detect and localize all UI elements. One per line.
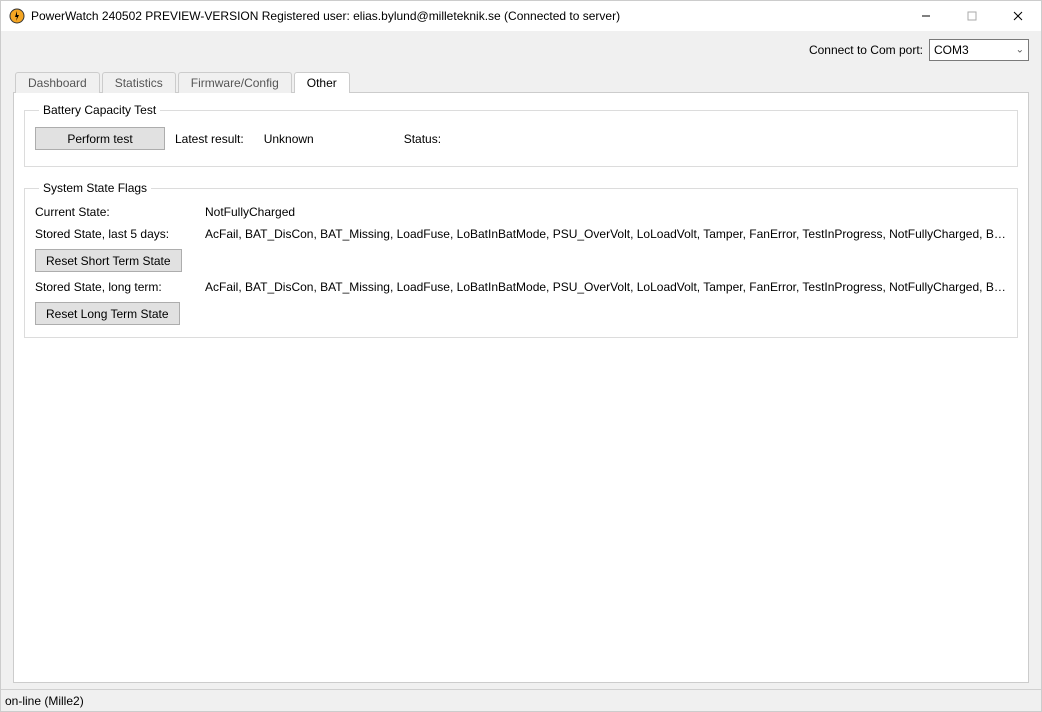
stored-5days-value: AcFail, BAT_DisCon, BAT_Missing, LoadFus… [205, 227, 1007, 241]
tab-other[interactable]: Other [294, 72, 350, 93]
battery-test-legend: Battery Capacity Test [39, 103, 160, 117]
com-port-select[interactable]: COM3 ⌄ [929, 39, 1029, 61]
maximize-button[interactable] [949, 1, 995, 31]
close-button[interactable] [995, 1, 1041, 31]
reset-short-term-button[interactable]: Reset Short Term State [35, 249, 182, 272]
battery-capacity-test-group: Battery Capacity Test Perform test Lates… [24, 103, 1018, 167]
minimize-button[interactable] [903, 1, 949, 31]
latest-result-label: Latest result: [175, 132, 244, 146]
status-label: Status: [404, 132, 441, 146]
current-state-value: NotFullyCharged [205, 205, 1007, 219]
tab-firmware-config[interactable]: Firmware/Config [178, 72, 292, 93]
flags-legend: System State Flags [39, 181, 151, 195]
latest-result-value: Unknown [264, 132, 384, 146]
tab-panel-other: Battery Capacity Test Perform test Lates… [13, 92, 1029, 683]
statusbar: on-line (Mille2) [1, 689, 1041, 711]
system-state-flags-group: System State Flags Current State: NotFul… [24, 181, 1018, 338]
status-text: on-line (Mille2) [5, 694, 84, 708]
app-icon [9, 8, 25, 24]
perform-test-button[interactable]: Perform test [35, 127, 165, 150]
tabs: Dashboard Statistics Firmware/Config Oth… [1, 71, 1041, 92]
titlebar: PowerWatch 240502 PREVIEW-VERSION Regist… [1, 1, 1041, 31]
com-port-value: COM3 [934, 43, 969, 57]
client-area: Connect to Com port: COM3 ⌄ Dashboard St… [1, 31, 1041, 711]
reset-long-term-button[interactable]: Reset Long Term State [35, 302, 180, 325]
tab-dashboard[interactable]: Dashboard [15, 72, 100, 93]
chevron-down-icon: ⌄ [1016, 45, 1024, 56]
connect-label: Connect to Com port: [809, 43, 923, 57]
stored-longterm-label: Stored State, long term: [35, 280, 195, 294]
current-state-label: Current State: [35, 205, 195, 219]
window-title: PowerWatch 240502 PREVIEW-VERSION Regist… [31, 9, 620, 23]
stored-longterm-value: AcFail, BAT_DisCon, BAT_Missing, LoadFus… [205, 280, 1007, 294]
connect-row: Connect to Com port: COM3 ⌄ [1, 31, 1041, 61]
stored-5days-label: Stored State, last 5 days: [35, 227, 195, 241]
tab-statistics[interactable]: Statistics [102, 72, 176, 93]
